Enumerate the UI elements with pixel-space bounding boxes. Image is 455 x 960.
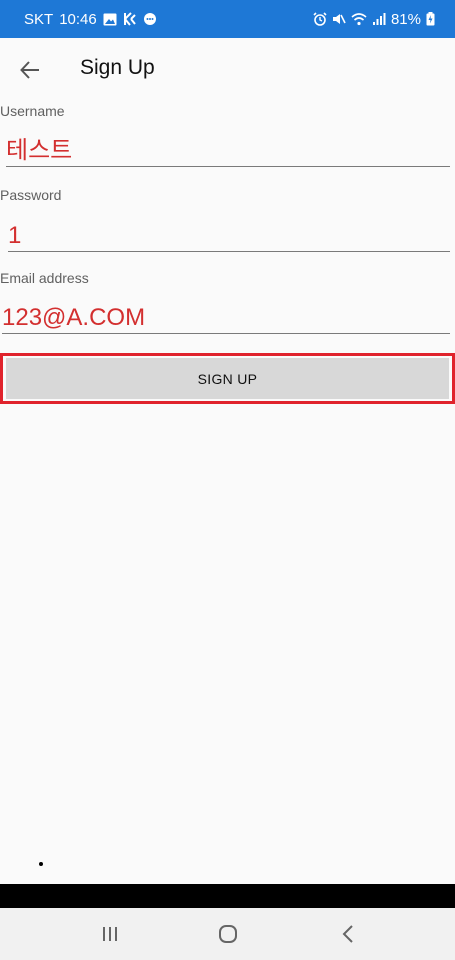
battery-percent: 81% [390, 10, 421, 28]
status-bar: SKT 10:46 81% [0, 0, 455, 38]
battery-charging-icon [426, 12, 435, 26]
home-icon [219, 925, 237, 943]
password-field[interactable]: 1 [8, 221, 450, 252]
password-label: Password [0, 187, 62, 203]
clock: 10:46 [59, 10, 97, 28]
nav-bar [0, 908, 455, 960]
mute-icon [332, 12, 346, 26]
recent-apps-button[interactable] [94, 918, 126, 950]
page-title: Sign Up [80, 56, 155, 79]
carrier-label: SKT [24, 10, 54, 28]
back-nav-icon [342, 925, 353, 943]
indicator-dot [39, 862, 43, 866]
arrow-back-icon [20, 61, 39, 79]
back-button[interactable] [14, 54, 46, 86]
image-icon [103, 13, 117, 26]
alarm-icon [313, 12, 327, 26]
signal-icon [372, 12, 386, 26]
k-app-icon [123, 12, 137, 26]
username-label: Username [0, 103, 65, 119]
black-bar [0, 884, 455, 908]
status-right: 81% [313, 0, 435, 38]
signup-highlight: SIGN UP [0, 353, 455, 404]
email-label: Email address [0, 270, 89, 286]
back-nav-button[interactable] [332, 918, 364, 950]
wifi-icon [351, 12, 367, 26]
app-bar: Sign Up [0, 38, 455, 102]
message-icon [143, 12, 157, 26]
status-left: SKT 10:46 [24, 0, 157, 38]
username-field[interactable]: 테스트 [6, 136, 450, 167]
email-field[interactable]: 123@A.COM [2, 303, 450, 334]
signup-button[interactable]: SIGN UP [6, 358, 449, 399]
home-button[interactable] [212, 918, 244, 950]
recent-apps-icon [103, 927, 117, 941]
